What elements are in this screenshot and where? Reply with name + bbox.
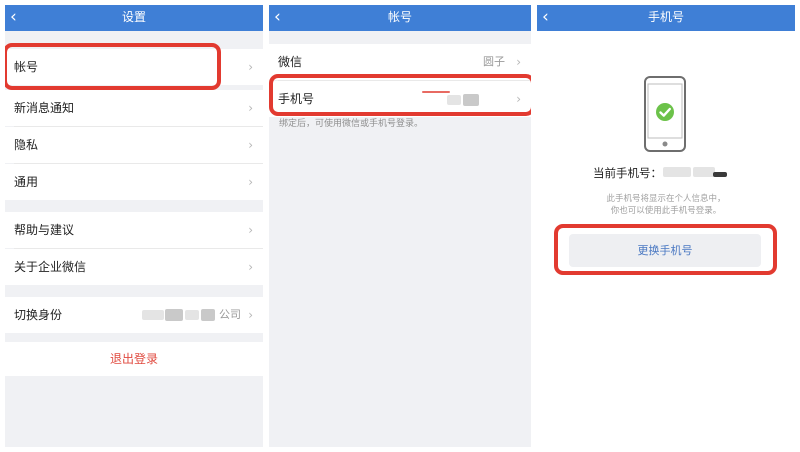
- chevron-right-icon: ›: [248, 223, 253, 237]
- highlight-change-button: [554, 224, 777, 275]
- settings-item-about[interactable]: 关于企业微信 ›: [5, 249, 263, 285]
- chevron-right-icon: ›: [248, 175, 253, 189]
- settings-header: ‹ 设置: [5, 5, 263, 31]
- highlight-account: [5, 43, 221, 90]
- phone-header: ‹ 手机号: [537, 5, 795, 31]
- account-title: 帐号: [387, 10, 412, 24]
- settings-item-general[interactable]: 通用 ›: [5, 164, 263, 200]
- account-screen: ‹ 帐号 微信 圆子 › 手机号 › 绑定后，可使用微信或手机号登录。: [269, 5, 531, 447]
- chevron-right-icon: ›: [248, 308, 253, 322]
- phone-check-icon: [644, 76, 686, 152]
- redacted-text: [201, 309, 215, 321]
- phone-screen: ‹ 手机号 当前手机号： 此手机号将显示在个人信息中， 你也可以使用此手机号登录…: [537, 5, 795, 447]
- chevron-right-icon: ›: [248, 60, 253, 74]
- settings-item-label: 切换身份: [14, 308, 63, 322]
- phone-desc-line1: 此手机号将显示在个人信息中，: [606, 194, 726, 204]
- account-header: ‹ 帐号: [269, 5, 531, 31]
- bind-hint: 绑定后，可使用微信或手机号登录。: [279, 119, 424, 129]
- settings-item-privacy[interactable]: 隐私 ›: [5, 127, 263, 163]
- phone-desc-line2: 你也可以使用此手机号登录。: [610, 206, 722, 216]
- chevron-right-icon: ›: [248, 101, 253, 115]
- chevron-right-icon: ›: [248, 138, 253, 152]
- settings-item-label: 隐私: [14, 138, 39, 152]
- settings-item-label: 新消息通知: [14, 101, 75, 115]
- settings-item-label: 关于企业微信: [14, 260, 87, 274]
- redacted-text: [142, 310, 164, 320]
- chevron-right-icon: ›: [248, 260, 253, 274]
- redacted-text: [713, 172, 727, 177]
- settings-item-label: 通用: [14, 175, 39, 189]
- redacted-text: [185, 310, 199, 320]
- settings-item-notifications[interactable]: 新消息通知 ›: [5, 90, 263, 126]
- redacted-text: [165, 309, 183, 321]
- logout-button[interactable]: 退出登录: [5, 342, 263, 376]
- redacted-text: [693, 167, 715, 177]
- settings-screen: ‹ 设置 帐号 › 新消息通知 › 隐私 › 通用 › 帮助与建议 › 关于企业…: [5, 5, 263, 447]
- highlight-phone: [269, 74, 531, 116]
- current-phone-label: 当前手机号：: [593, 166, 662, 180]
- company-suffix: 公司: [219, 308, 241, 321]
- settings-item-help[interactable]: 帮助与建议 ›: [5, 212, 263, 248]
- phone-title: 手机号: [647, 10, 684, 24]
- redacted-text: [663, 167, 691, 177]
- settings-item-switch-identity[interactable]: 切换身份 公司 ›: [5, 297, 263, 333]
- settings-item-label: 帮助与建议: [14, 223, 75, 237]
- settings-title: 设置: [121, 10, 146, 24]
